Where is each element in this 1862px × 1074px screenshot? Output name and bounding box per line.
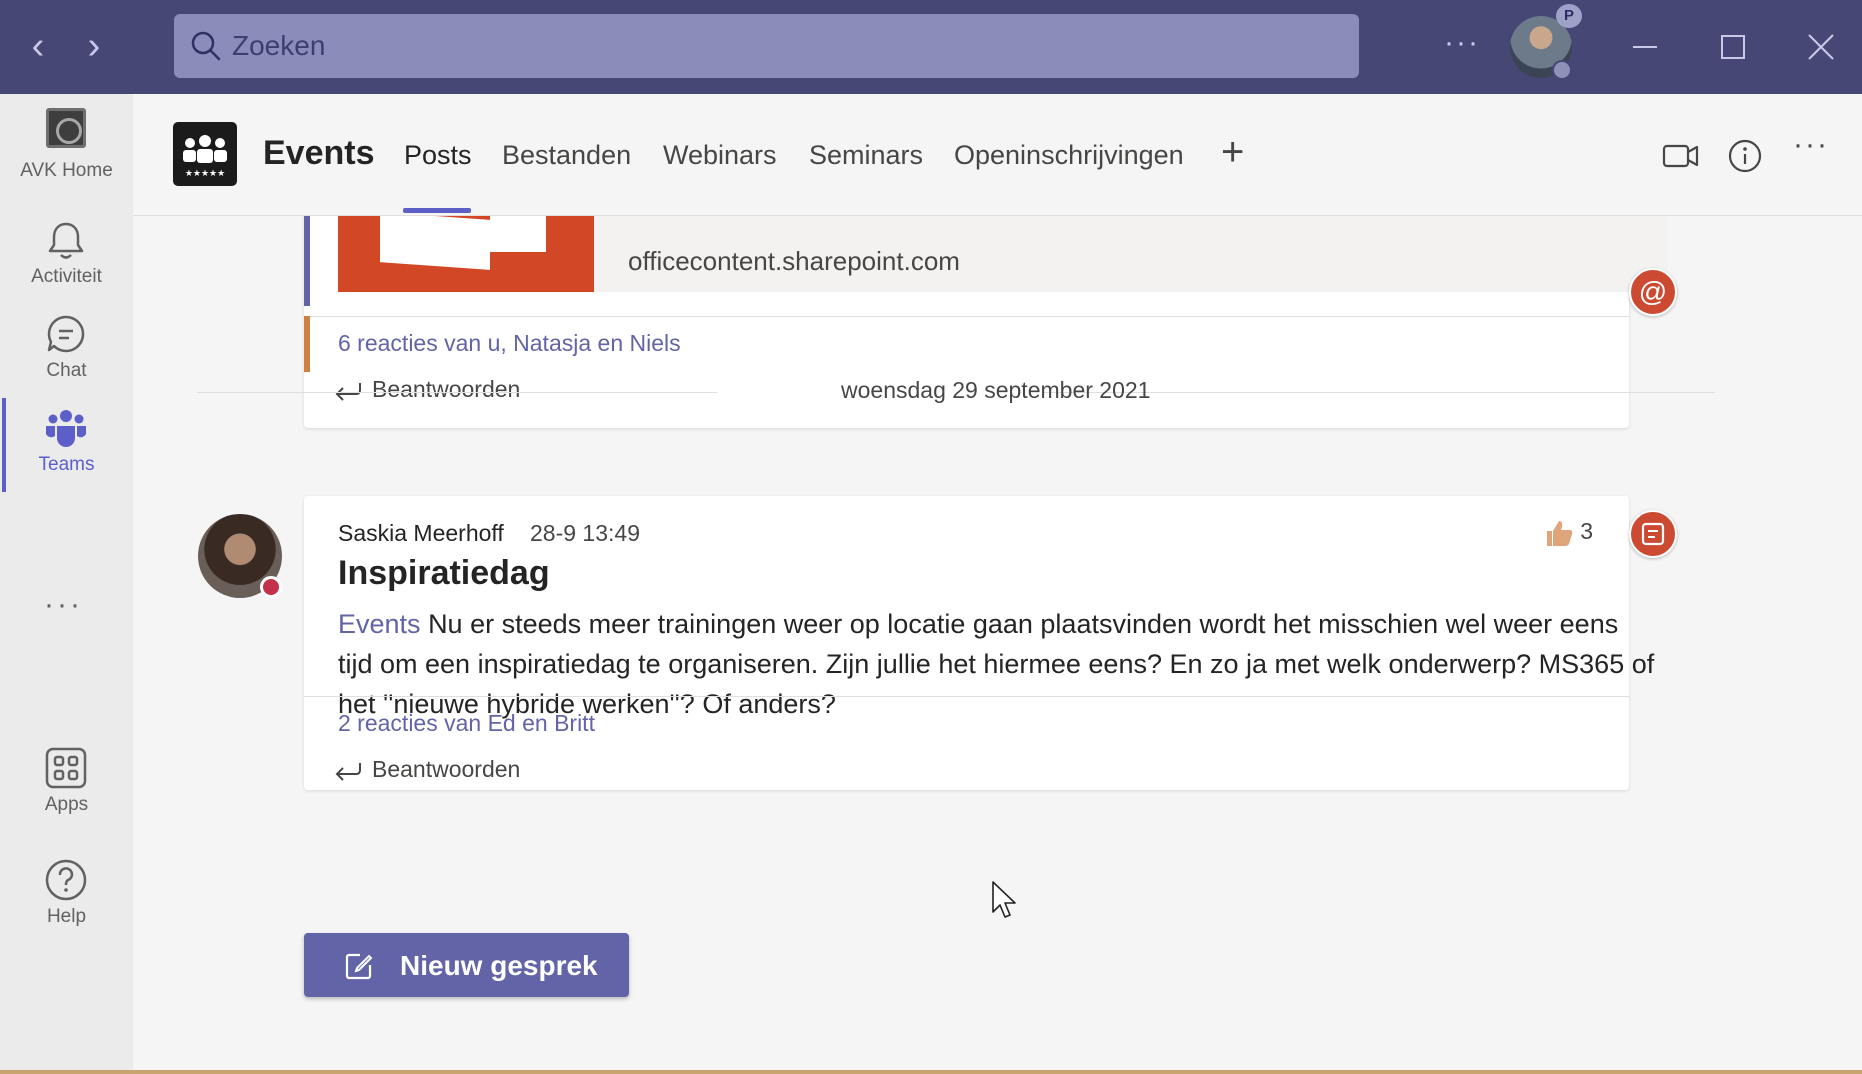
rail-item-apps[interactable]: Apps	[0, 728, 133, 828]
post-timestamp: 28-9 13:49	[530, 520, 640, 546]
mention-badge-icon: @	[1629, 268, 1677, 316]
back-arrow-icon[interactable]: ‹	[16, 24, 60, 68]
reply-arrow-icon	[335, 762, 361, 781]
reply-summary-link[interactable]: 6 reacties van u, Natasja en Niels	[338, 330, 681, 357]
bottom-edge	[0, 1070, 1862, 1074]
rail-item-label: Activiteit	[31, 266, 102, 287]
mention-accent-bar	[304, 316, 310, 372]
date-separator-line	[197, 392, 717, 393]
reply-summary-link[interactable]: 2 reacties van Ed en Britt	[338, 710, 595, 737]
post-card: Saskia Meerhoff 28-9 13:49 3 Inspiratied…	[304, 496, 1654, 790]
rail-item-label: Apps	[44, 794, 89, 815]
tab-webinars[interactable]: Webinars	[663, 140, 777, 171]
posts-area: officecontent.sharepoint.com 6 reacties …	[133, 216, 1862, 1074]
profile-avatar[interactable]: P	[1510, 4, 1582, 80]
like-reaction[interactable]: 3	[1544, 518, 1593, 547]
channel-header: ★★★★★ Events Posts Bestanden Webinars Se…	[133, 94, 1862, 216]
search-input[interactable]	[232, 14, 1332, 78]
close-icon[interactable]	[1796, 22, 1846, 72]
minimize-icon[interactable]	[1620, 22, 1670, 72]
post-author[interactable]: Saskia Meerhoff	[338, 520, 504, 547]
tab-bestanden[interactable]: Bestanden	[502, 140, 631, 171]
presence-status-icon	[1552, 60, 1572, 80]
search-icon	[191, 31, 221, 61]
reply-label: Beantwoorden	[372, 376, 521, 402]
more-options-icon[interactable]: ···	[1444, 26, 1480, 60]
rail-item-chat[interactable]: Chat	[0, 294, 133, 394]
more-apps-icon[interactable]: ···	[44, 588, 83, 622]
team-logo-icon: ★★★★★	[173, 122, 237, 186]
rail-item-help[interactable]: Help	[0, 840, 133, 940]
post-subject: Inspiratiedag	[338, 554, 550, 592]
profile-badge: P	[1556, 4, 1582, 28]
reply-arrow-icon	[335, 382, 361, 401]
rail-item-activity[interactable]: Activiteit	[0, 200, 133, 300]
new-conversation-label: Nieuw gesprek	[400, 950, 598, 981]
post-indicator-icon	[1629, 510, 1677, 558]
link-preview-domain[interactable]: officecontent.sharepoint.com	[628, 246, 960, 277]
channel-mention[interactable]: Events	[338, 609, 421, 639]
info-icon[interactable]	[1727, 138, 1763, 174]
post-accent-bar	[304, 216, 310, 306]
search-box[interactable]	[174, 14, 1359, 78]
presence-busy-icon	[260, 576, 282, 598]
bell-icon	[48, 222, 84, 259]
date-separator: woensdag 29 september 2021	[841, 377, 1151, 403]
link-preview-image	[338, 216, 594, 292]
teams-icon	[46, 410, 86, 447]
compose-icon	[345, 953, 373, 980]
reply-button[interactable]: Beantwoorden	[334, 376, 520, 403]
team-name: Events	[263, 134, 375, 172]
thumbs-up-icon	[1547, 520, 1573, 546]
rail-item-avk-home[interactable]: AVK Home	[0, 94, 133, 194]
rail-item-label: Teams	[38, 454, 95, 475]
mouse-cursor-icon	[992, 881, 1016, 918]
link-preview[interactable]: officecontent.sharepoint.com	[338, 216, 1668, 292]
like-count: 3	[1580, 518, 1593, 544]
reply-button[interactable]: Beantwoorden	[334, 756, 520, 783]
forward-arrow-icon[interactable]: ›	[72, 24, 116, 68]
svg-text:★★★★★: ★★★★★	[185, 169, 225, 179]
video-call-icon[interactable]	[1661, 138, 1701, 174]
rail-item-label: AVK Home	[20, 160, 113, 181]
title-bar: ‹ › ··· P	[0, 0, 1862, 94]
add-tab-icon[interactable]: +	[1221, 130, 1244, 175]
avk-home-logo-icon	[46, 108, 86, 148]
active-tab-indicator	[403, 208, 471, 213]
rail-item-label: Chat	[46, 360, 87, 381]
reply-label: Beantwoorden	[372, 756, 521, 782]
app-rail: AVK Home Activiteit Chat Teams ··· Apps …	[0, 94, 133, 1074]
new-conversation-button[interactable]: Nieuw gesprek	[304, 933, 629, 997]
chat-icon	[47, 315, 85, 353]
channel-more-icon[interactable]: ···	[1793, 128, 1829, 162]
tab-seminars[interactable]: Seminars	[809, 140, 923, 171]
apps-icon	[45, 747, 87, 789]
post-divider	[304, 696, 1629, 697]
post-body-text: Nu er steeds meer trainingen weer op loc…	[338, 609, 1655, 719]
tab-posts[interactable]: Posts	[404, 140, 472, 171]
post-body: Events Nu er steeds meer trainingen weer…	[338, 604, 1658, 724]
post-divider	[304, 316, 1629, 317]
rail-item-label: Help	[46, 906, 87, 927]
help-icon	[45, 859, 87, 901]
tab-openinschrijvingen[interactable]: Openinschrijvingen	[954, 140, 1184, 171]
rail-item-teams[interactable]: Teams	[0, 388, 133, 492]
author-avatar[interactable]	[198, 514, 282, 598]
maximize-icon[interactable]	[1708, 22, 1758, 72]
